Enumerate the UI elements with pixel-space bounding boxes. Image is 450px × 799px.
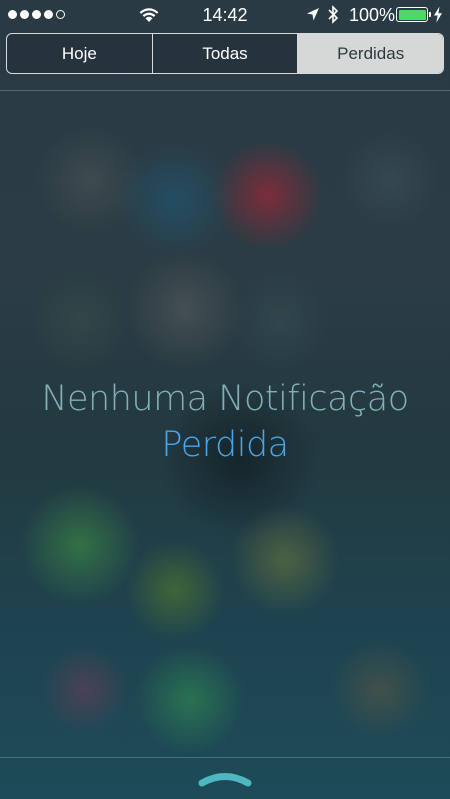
charging-bolt-icon	[434, 6, 442, 23]
tab-perdidas[interactable]: Perdidas	[298, 34, 443, 73]
empty-state-line-1: Nenhuma Notificação	[41, 379, 409, 419]
status-bar: 14:42 100%	[0, 0, 450, 30]
tab-todas[interactable]: Todas	[152, 34, 299, 73]
notification-segmented-control: Hoje Todas Perdidas	[6, 33, 444, 74]
location-arrow-icon	[307, 8, 319, 21]
bluetooth-icon	[328, 5, 339, 24]
battery-level	[398, 9, 426, 20]
footer-divider	[0, 757, 450, 758]
empty-state-line-2: Perdida	[161, 425, 289, 465]
empty-state-message: Nenhuma Notificação Perdida	[0, 376, 450, 468]
battery-percentage: 100%	[349, 5, 396, 25]
header-divider	[0, 90, 450, 91]
close-grabber-handle-icon[interactable]	[197, 768, 253, 788]
battery-icon	[396, 7, 431, 22]
tab-hoje[interactable]: Hoje	[7, 34, 153, 73]
